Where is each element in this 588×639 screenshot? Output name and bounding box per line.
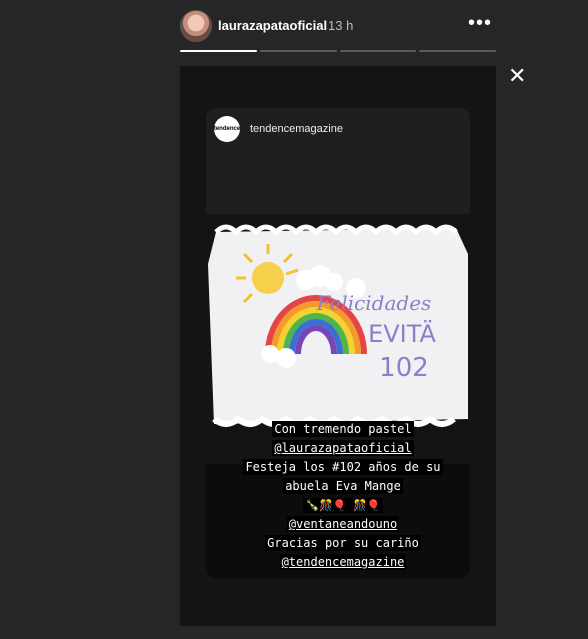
timestamp: 13 h (328, 18, 354, 33)
progress-segment (180, 50, 257, 52)
user-avatar[interactable] (180, 10, 212, 42)
caption-line: Con tremendo pastel (272, 421, 414, 437)
progress-segment (419, 50, 496, 52)
caption-line: Festeja los #102 años de su (243, 459, 443, 475)
cake-text-line3: 102 (379, 353, 429, 383)
cake-text-line1: Felicidades (316, 291, 432, 315)
progress-segment (259, 50, 337, 52)
story-progress-bar (180, 50, 496, 52)
post-caption: Con tremendo pastel @laurazapataoficial … (220, 420, 466, 572)
story-header: laurazapataoficial 13 h ••• (180, 10, 500, 42)
cake-text-line2: EVITÄ (368, 319, 436, 348)
shared-post-header: tendence tendencemagazine (206, 108, 470, 148)
brand-name[interactable]: tendencemagazine (250, 123, 343, 135)
shared-post-card[interactable]: tendence tendencemagazine Felicidades EV… (206, 108, 470, 578)
progress-segment (339, 50, 417, 52)
caption-line: abuela Eva Mange (283, 478, 403, 494)
caption-mention[interactable]: @laurazapataoficial (272, 440, 414, 456)
caption-mention[interactable]: @tendencemagazine (279, 554, 407, 570)
story-frame[interactable]: tendence tendencemagazine Felicidades EV… (180, 66, 496, 626)
caption-line: Gracias por su cariño (265, 535, 421, 551)
caption-emoji: 🍾🎊🎈 🎊🎈 (303, 498, 383, 513)
brand-logo[interactable]: tendence (214, 116, 240, 142)
caption-mention[interactable]: @ventaneandouno (286, 516, 400, 532)
more-options-icon[interactable]: ••• (468, 12, 492, 35)
close-icon[interactable]: ✕ (508, 64, 526, 88)
username[interactable]: laurazapataoficial (218, 18, 327, 33)
